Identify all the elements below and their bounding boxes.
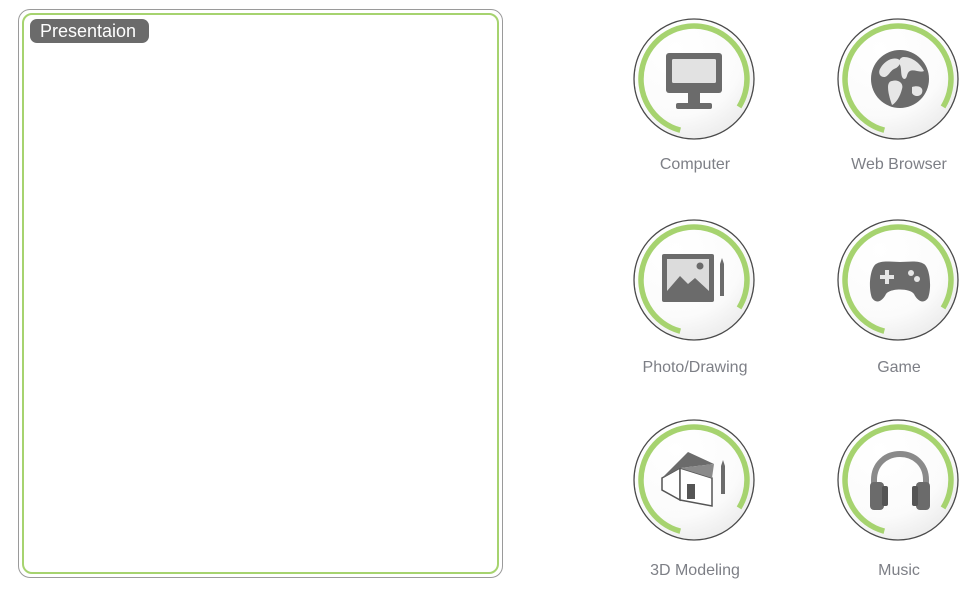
category-music[interactable]: Music xyxy=(806,418,980,608)
computer-button[interactable] xyxy=(632,17,758,143)
category-label-computer[interactable]: Computer xyxy=(602,156,788,174)
presentation-panel xyxy=(18,9,503,578)
category-label-photo-drawing[interactable]: Photo/Drawing xyxy=(602,359,788,377)
category-web-browser[interactable]: Web Browser xyxy=(806,17,980,207)
category-label-game[interactable]: Game xyxy=(806,359,980,377)
presentation-title: Presentaion xyxy=(30,19,150,43)
web-browser-button[interactable] xyxy=(836,17,962,143)
presentation-panel-border xyxy=(22,13,499,574)
music-button[interactable] xyxy=(836,418,962,544)
category-label-music[interactable]: Music xyxy=(806,562,980,580)
photo-drawing-button[interactable] xyxy=(632,218,758,344)
category-computer[interactable]: Computer xyxy=(602,17,782,207)
category-photo-drawing[interactable]: Photo/Drawing xyxy=(602,218,782,408)
category-label-3d-modeling[interactable]: 3D Modeling xyxy=(602,562,788,580)
category-3d-modeling[interactable]: 3D Modeling xyxy=(602,418,782,608)
category-game[interactable]: Game xyxy=(806,218,980,408)
3d-modeling-button[interactable] xyxy=(632,418,758,544)
game-button[interactable] xyxy=(836,218,962,344)
globe-icon xyxy=(871,50,929,108)
category-label-web-browser[interactable]: Web Browser xyxy=(806,156,980,174)
